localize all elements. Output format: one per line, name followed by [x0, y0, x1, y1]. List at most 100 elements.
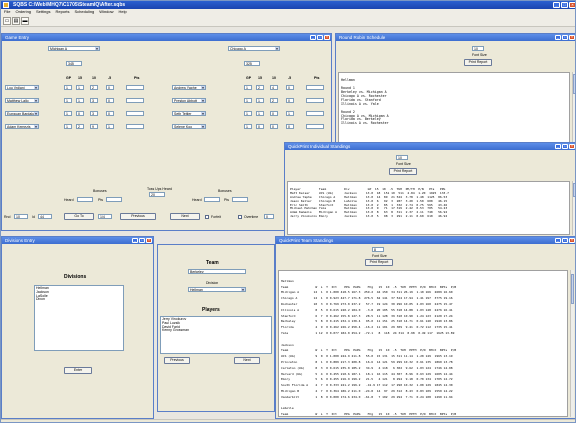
previous-game-button[interactable]: Previous [120, 213, 156, 220]
ts-font-size-input[interactable]: 8 [372, 247, 384, 252]
new-file-icon[interactable]: ▭ [3, 17, 11, 25]
team-name-input[interactable]: Berkeley [188, 269, 246, 274]
divisions-maximize[interactable]: □ [139, 237, 145, 243]
right-player-4-neg[interactable]: 0 [286, 124, 294, 129]
right-player-3-gp[interactable]: 1 [244, 111, 252, 116]
round-robin-close[interactable]: × [569, 34, 575, 40]
team-next-button[interactable]: Next [234, 357, 260, 364]
right-player-3-neg[interactable]: 1 [286, 111, 294, 116]
left-player-2-15[interactable]: 1 [76, 98, 84, 103]
open-file-icon[interactable]: ▤ [12, 17, 20, 25]
left-player-1-select[interactable]: Lou Vrdjani [5, 85, 39, 90]
team-previous-button[interactable]: Previous [164, 357, 190, 364]
close-button[interactable]: × [569, 2, 575, 8]
divisions-minimize[interactable]: _ [132, 237, 138, 243]
right-player-3-10[interactable]: 0 [270, 111, 278, 116]
left-player-1-15[interactable]: 1 [76, 85, 84, 90]
forfeit-checkbox[interactable] [205, 215, 209, 219]
save-file-icon[interactable]: ▬ [21, 17, 29, 25]
left-player-3-10[interactable]: 3 [90, 111, 98, 116]
left-bonus-pts-input[interactable] [106, 197, 122, 202]
left-player-4-10[interactable]: 9 [90, 124, 98, 129]
tossups-heard-input[interactable]: 20 [149, 192, 165, 197]
left-player-4-15[interactable]: 2 [76, 124, 84, 129]
app-window: SQBS C:\Web\MHQ7\C1705\SteamIQ\After.sqb… [0, 0, 576, 423]
goto-button[interactable]: Go To [64, 213, 94, 220]
right-player-4-select[interactable]: Selene Koo [172, 124, 206, 129]
individual-maximize[interactable]: □ [562, 143, 568, 149]
left-player-4-neg[interactable]: 1 [106, 124, 114, 129]
right-team-select[interactable]: Chicago A [228, 46, 280, 51]
right-player-1-15[interactable]: 2 [256, 85, 264, 90]
round-robin-minimize[interactable]: _ [555, 34, 561, 40]
left-player-2-10[interactable]: 3 [90, 98, 98, 103]
id-input[interactable]: 44 [38, 214, 52, 219]
left-player-4-gp[interactable]: 1 [64, 124, 72, 129]
team-standings-maximize[interactable]: □ [562, 237, 568, 243]
right-player-3-select[interactable]: Seth Teitler [172, 111, 206, 116]
left-player-2-gp[interactable]: 1 [64, 98, 72, 103]
right-player-4-10[interactable]: 0 [270, 124, 278, 129]
right-player-2-gp[interactable]: 1 [244, 98, 252, 103]
game-entry-minimize[interactable]: _ [310, 34, 316, 40]
players-list[interactable]: Jerry Vinokurov Paul Luzsik David Farid … [160, 316, 272, 354]
overtime-input[interactable]: 0 [264, 214, 274, 219]
division-select[interactable]: Hellman [188, 287, 246, 292]
left-player-1-neg[interactable]: 0 [106, 85, 114, 90]
next-game-button[interactable]: Next [170, 213, 200, 220]
division-item[interactable]: Dixon [36, 298, 122, 302]
left-player-3-gp[interactable]: 1 [64, 111, 72, 116]
game-entry-maximize[interactable]: □ [317, 34, 323, 40]
right-score-input[interactable]: 325 [244, 61, 260, 66]
round-robin-maximize[interactable]: □ [562, 34, 568, 40]
right-player-3-15[interactable]: 1 [256, 111, 264, 116]
players-heading: Players [202, 307, 220, 313]
right-player-2-neg[interactable]: 0 [286, 98, 294, 103]
individual-minimize[interactable]: _ [555, 143, 561, 149]
right-bonus-heard-input[interactable] [204, 197, 220, 202]
divisions-close[interactable]: × [146, 237, 152, 243]
rr-scrollbar[interactable] [572, 72, 575, 146]
right-player-1-gp[interactable]: 1 [244, 85, 252, 90]
left-player-2-select[interactable]: Matthew Lallo [5, 98, 39, 103]
ts-scrollbar[interactable] [570, 270, 574, 417]
right-player-2-select[interactable]: Preston Abbott [172, 98, 206, 103]
left-player-2-neg[interactable]: 0 [106, 98, 114, 103]
ts-print-report-button[interactable]: Print Report [365, 259, 393, 266]
right-player-4-15[interactable]: 0 [256, 124, 264, 129]
left-player-1-gp[interactable]: 1 [64, 85, 72, 90]
ind-scrollbar[interactable] [572, 181, 575, 235]
left-player-1-10[interactable]: 2 [90, 85, 98, 90]
right-player-2-10[interactable]: 2 [270, 98, 278, 103]
left-player-4-select[interactable]: Adam Kemezis [5, 124, 39, 129]
game-entry-close[interactable]: × [324, 34, 330, 40]
left-player-3-15[interactable]: 0 [76, 111, 84, 116]
minimize-button[interactable]: _ [553, 2, 560, 8]
left-player-3-select[interactable]: Eunguan Bardaluwy [5, 111, 39, 116]
rr-print-report-button[interactable]: Print Report [464, 59, 492, 66]
rr-font-size-input[interactable]: 10 [472, 46, 484, 51]
right-player-2-15[interactable]: 1 [256, 98, 264, 103]
right-player-1-select[interactable]: Andrew Yaphe [172, 85, 206, 90]
left-team-select[interactable]: Michigan A [48, 46, 100, 51]
ind-print-report-button[interactable]: Print Report [389, 168, 417, 175]
overtime-checkbox[interactable] [238, 215, 242, 219]
left-score-input[interactable]: 345 [66, 61, 82, 66]
round-input[interactable]: 10 [14, 214, 28, 219]
maximize-button[interactable]: □ [561, 2, 568, 8]
player-item[interactable]: Kenny Grossman [162, 329, 270, 333]
right-bonus-pts-input[interactable] [232, 197, 248, 202]
goto-input[interactable]: 1/4 [98, 214, 112, 219]
right-player-1-10[interactable]: 4 [270, 85, 278, 90]
ts-scroll-thumb[interactable] [571, 274, 574, 304]
right-player-4-gp[interactable]: 1 [244, 124, 252, 129]
left-bonus-heard-input[interactable] [77, 197, 93, 202]
left-player-3-neg[interactable]: 0 [106, 111, 114, 116]
right-player-1-neg[interactable]: 0 [286, 85, 294, 90]
individual-close[interactable]: × [569, 143, 575, 149]
divisions-list[interactable]: Hellman Jackson LaSolle Dixon [34, 285, 124, 351]
team-standings-minimize[interactable]: _ [555, 237, 561, 243]
team-standings-close[interactable]: × [569, 237, 575, 243]
enter-division-button[interactable]: Enter [64, 367, 92, 374]
ind-font-size-input[interactable]: 10 [396, 155, 408, 160]
